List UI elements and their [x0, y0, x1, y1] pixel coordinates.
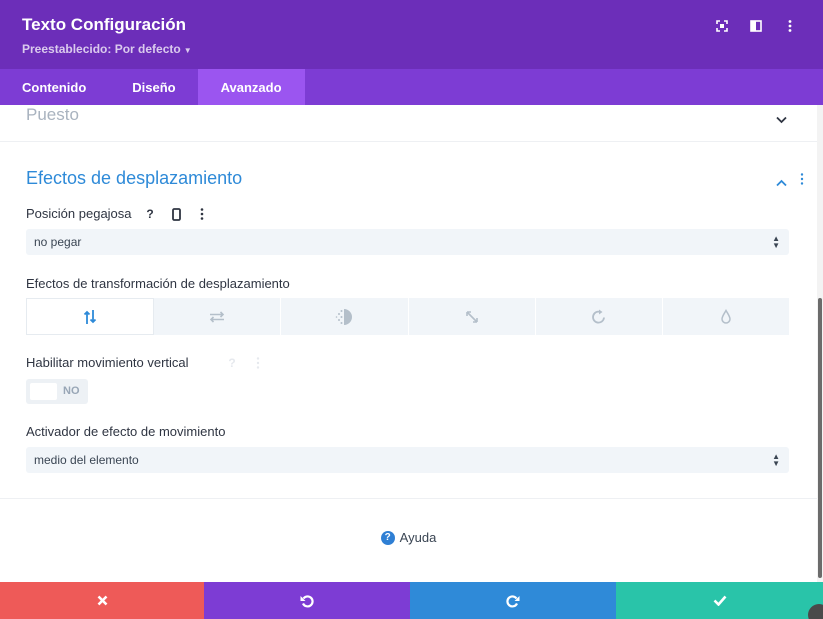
help-icon[interactable]: ?: [223, 354, 241, 372]
help-label: Ayuda: [399, 530, 437, 545]
sticky-position-label: Posición pegajosa: [26, 206, 132, 221]
tab-design[interactable]: Diseño: [108, 69, 197, 105]
section-title-collapsed[interactable]: Puesto: [26, 105, 79, 125]
fullscreen-icon[interactable]: [705, 16, 739, 36]
motion-trigger-select[interactable]: medio del elemento ▲ ▼: [26, 447, 789, 473]
transform-effects-label: Efectos de transformación de desplazamie…: [26, 276, 290, 291]
toggle-state-text: NO: [63, 385, 80, 397]
settings-modal-header: Texto Configuración Preestablecido: Por …: [0, 0, 823, 69]
section-divider: [0, 141, 817, 142]
tab-content[interactable]: Contenido: [0, 69, 108, 105]
mobile-device-icon[interactable]: [167, 205, 185, 223]
vertical-motion-icon[interactable]: [26, 298, 155, 335]
floating-action-icon[interactable]: [808, 604, 823, 619]
section-title[interactable]: Efectos de desplazamiento: [26, 168, 242, 189]
help-circle-icon: ?: [380, 530, 395, 545]
sticky-position-select[interactable]: no pegar ▲ ▼: [26, 229, 789, 255]
undo-button[interactable]: [204, 582, 410, 619]
modal-footer: [0, 582, 823, 619]
select-arrows-icon: ▲ ▼: [772, 234, 780, 250]
redo-icon: [506, 594, 520, 608]
redo-button[interactable]: [410, 582, 616, 619]
undo-icon: [300, 594, 314, 608]
select-arrows-icon: ▲ ▼: [772, 452, 780, 468]
tab-advanced[interactable]: Avanzado: [197, 69, 305, 105]
save-button[interactable]: [616, 582, 823, 619]
tab-bar: Contenido Diseño Avanzado: [0, 69, 823, 105]
fade-icon[interactable]: [281, 298, 409, 335]
sticky-position-value: no pegar: [34, 235, 82, 249]
blur-icon[interactable]: [663, 298, 789, 335]
help-icon[interactable]: ?: [141, 205, 159, 223]
motion-trigger-label: Activador de efecto de movimiento: [26, 424, 226, 439]
section-options-icon[interactable]: [800, 172, 804, 190]
checkmark-icon: [713, 595, 726, 606]
scale-icon[interactable]: [409, 298, 536, 335]
vertical-motion-label: Habilitar movimiento vertical: [26, 355, 189, 370]
section-divider: [0, 498, 817, 499]
preset-label: Preestablecido: Por defecto: [22, 42, 181, 56]
chevron-down-icon[interactable]: [776, 111, 787, 129]
more-options-icon[interactable]: [773, 16, 807, 36]
cancel-button[interactable]: [0, 582, 204, 619]
settings-content: Puesto Efectos de desplazamiento Posició…: [0, 105, 817, 582]
more-options-icon[interactable]: [249, 354, 267, 372]
caret-down-icon: ▼: [183, 46, 192, 55]
more-options-icon[interactable]: [193, 205, 211, 223]
transform-effects-tabs: [26, 298, 789, 335]
preset-selector[interactable]: Preestablecido: Por defecto ▼: [22, 42, 192, 56]
split-view-icon[interactable]: [739, 16, 773, 36]
scrollbar-thumb[interactable]: [818, 298, 822, 578]
help-link[interactable]: ? Ayuda: [0, 530, 817, 545]
rotate-icon[interactable]: [536, 298, 663, 335]
modal-title: Texto Configuración: [22, 15, 187, 34]
chevron-up-icon[interactable]: [776, 174, 787, 192]
motion-trigger-value: medio del elemento: [34, 453, 139, 467]
vertical-motion-toggle[interactable]: NO: [26, 379, 88, 404]
toggle-knob: [30, 383, 57, 400]
close-icon: [97, 595, 107, 606]
horizontal-motion-icon[interactable]: [154, 298, 282, 335]
